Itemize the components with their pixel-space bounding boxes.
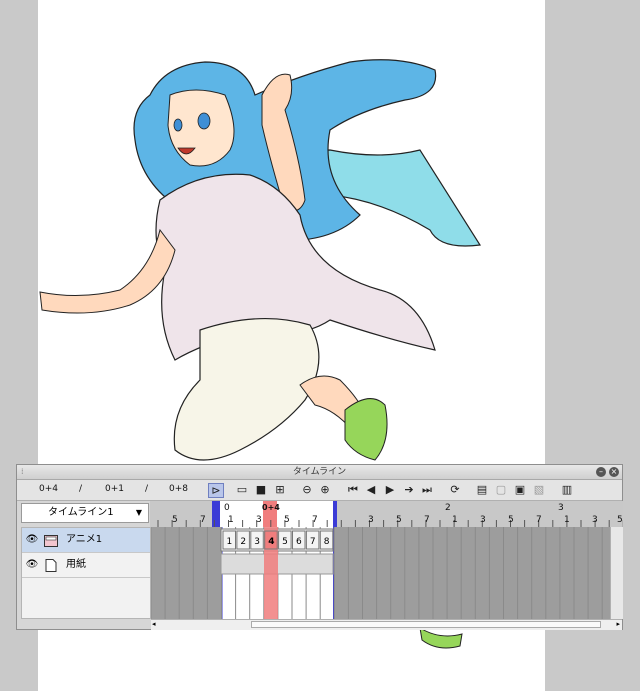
ruler-frame-label: 3 [592,515,598,525]
ruler-frame-label: 7 [312,515,318,525]
cel-label: 4 [268,537,274,547]
current-frame-value: 0+1 [105,484,124,494]
separator: / [145,484,149,494]
paper-icon [44,558,58,572]
frame-rate-value: 0+4 [39,484,58,494]
layer-name: 用紙 [66,559,86,570]
ruler-frame-label: 3 [256,515,262,525]
cel-settings-icon[interactable]: ▧ [532,483,546,496]
panel-menu-icon[interactable]: ▥ [560,483,574,496]
ruler-frame-label: 5 [172,515,178,525]
specify-cel-icon[interactable]: ▣ [513,483,527,496]
minimize-icon[interactable]: – [596,467,606,477]
scrollbar-thumb[interactable] [251,621,601,628]
ruler-graphics: 5713573571357135 0+4 0 2 3 [157,501,623,527]
close-icon[interactable]: × [609,467,619,477]
loop-icon[interactable]: ⟳ [448,483,462,496]
camera-work-icon[interactable]: ■ [254,483,268,496]
timeline-select[interactable]: タイムライン1 ▼ [21,503,149,523]
ruler-frame-label: 7 [200,515,206,525]
layer-row-animation[interactable]: 👁 アニメ1 [22,528,150,553]
cel-label: 3 [254,537,260,547]
vertical-scrollbar[interactable] [610,527,623,619]
ruler-frame-label: 1 [564,515,570,525]
layer-row-paper[interactable]: 👁 用紙 [22,553,150,578]
cel-grid: 12345678 [151,527,603,619]
ruler-frame-label: 1 [452,515,458,525]
cel-label: 6 [296,537,302,547]
frame-ruler[interactable]: 5713573571357135 0+4 0 2 3 [150,501,623,527]
cel-label: 8 [324,537,330,547]
chevron-down-icon: ▼ [135,508,142,517]
cel-label: 5 [282,537,288,547]
eye-icon[interactable]: 👁 [25,553,39,577]
timeline-select-label: タイムライン1 [48,507,114,518]
animation-folder-icon [44,533,58,547]
playback-range-icon[interactable]: ⊳ [208,483,224,498]
zoom-in-icon[interactable]: ⊕ [318,483,332,496]
scroll-right-icon[interactable]: ▸ [616,620,620,628]
cel-label: 7 [310,537,316,547]
layer-name: アニメ1 [66,534,103,545]
second-mark: 3 [558,503,564,513]
timeline-panel: ⁞ タイムライン – × 0+4 / 0+1 / 0+8 ⊳ ▭ ■ ⊞ ⊖ ⊕… [16,464,623,630]
end-frame-value: 0+8 [169,484,188,494]
layer-list: 👁 アニメ1 👁 用紙 [21,527,151,619]
ruler-frame-label: 1 [228,515,234,525]
scroll-left-icon[interactable]: ◂ [152,620,156,628]
new-cel-icon[interactable]: ⊞ [273,483,287,496]
panel-title: タイムライン [292,467,347,477]
zoom-out-icon[interactable]: ⊖ [300,483,314,496]
play-icon[interactable]: ▶ [383,483,397,496]
next-frame-icon[interactable]: ➔ [402,483,416,496]
ruler-frame-label: 7 [424,515,430,525]
ruler-frame-label: 5 [284,515,290,525]
light-table-icon[interactable]: ▢ [494,483,508,496]
ruler-frame-label: 5 [617,515,623,525]
timeline-header: タイムライン1 ▼ 5713573571357135 0+4 0 2 3 [17,501,623,527]
horizontal-scrollbar[interactable]: ◂ ▸ [151,619,622,630]
eye-icon[interactable]: 👁 [25,528,39,552]
ruler-frame-label: 3 [368,515,374,525]
ruler-frame-label: 5 [396,515,402,525]
second-mark: 0 [224,503,230,513]
timeline-toolbar: 0+4 / 0+1 / 0+8 ⊳ ▭ ■ ⊞ ⊖ ⊕ ⏮ ◀ ▶ ➔ ⏭ ⟳ … [17,480,622,501]
timeline-grid[interactable]: 12345678 [151,527,610,619]
previous-frame-icon[interactable]: ◀ [364,483,378,496]
ruler-frame-label: 5 [508,515,514,525]
onion-skin-icon[interactable]: ▤ [475,483,489,496]
cel-label: 1 [227,537,233,547]
new-timeline-icon[interactable]: ▭ [235,483,249,496]
separator: / [79,484,83,494]
ruler-frame-label: 3 [480,515,486,525]
second-mark: 2 [445,503,451,513]
current-frame-label: 0+4 [262,503,280,512]
panel-titlebar[interactable]: ⁞ タイムライン – × [17,465,622,480]
cel-label: 2 [240,537,246,547]
last-frame-icon[interactable]: ⏭ [420,483,434,496]
first-frame-icon[interactable]: ⏮ [346,483,360,496]
ruler-frame-label: 7 [536,515,542,525]
